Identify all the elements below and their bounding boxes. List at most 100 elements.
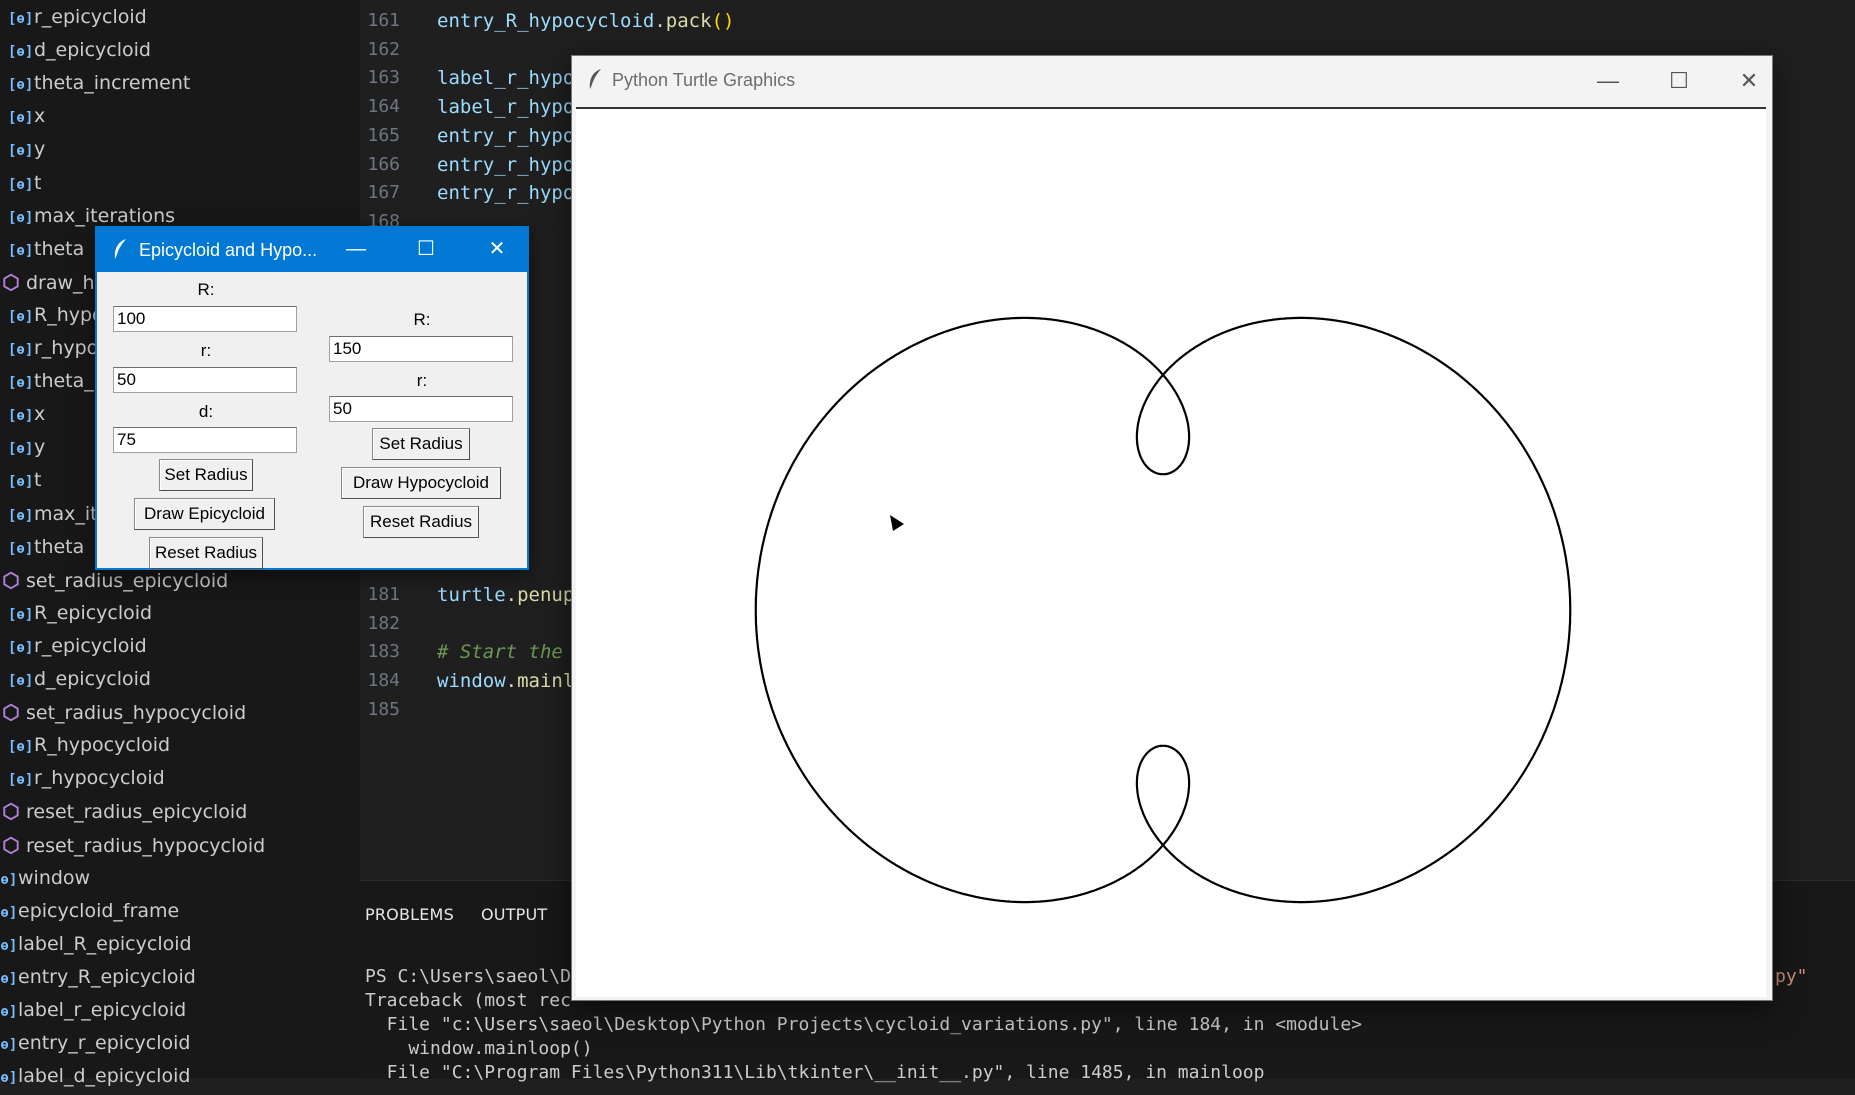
line-number: 161 — [367, 10, 400, 31]
minimize-icon[interactable]: — — [1588, 66, 1628, 96]
outline-variable-item[interactable]: [ɵ]y — [8, 431, 45, 464]
tab-problems[interactable]: PROBLEMS — [365, 905, 454, 924]
hypo-reset-radius-button[interactable]: Reset Radius — [363, 506, 479, 538]
code-line[interactable]: label_r_hypo — [437, 64, 574, 92]
code-token: . — [654, 10, 666, 32]
variable-icon: [ɵ] — [0, 1070, 18, 1087]
outline-item-label: entry_r_epicycloid — [18, 1032, 191, 1055]
outline-variable-item[interactable]: [ɵ]label_r_epicycloid — [0, 994, 186, 1027]
code-token: entry_R_hypocycloid — [437, 10, 655, 32]
outline-variable-item[interactable]: [ɵ]x — [8, 100, 45, 133]
outline-variable-item[interactable]: [ɵ]theta_i — [8, 365, 99, 398]
variable-icon: [ɵ] — [8, 507, 34, 524]
code-line[interactable]: entry_R_hypocycloid.pack() — [437, 7, 734, 35]
outline-variable-item[interactable]: [ɵ]epicycloid_frame — [0, 895, 179, 928]
code-line[interactable]: label_r_hypo — [437, 93, 574, 121]
terminal-line: window.mainloop() — [365, 1038, 593, 1059]
turtle-window[interactable]: Python Turtle Graphics — ☐ ✕ — [571, 55, 1773, 1001]
code-line[interactable]: entry_r_hypo — [437, 151, 574, 179]
outline-variable-item[interactable]: [ɵ]t — [8, 167, 41, 200]
epi-set-radius-button[interactable]: Set Radius — [159, 459, 253, 491]
epi-d-input[interactable]: 75 — [113, 427, 297, 453]
outline-variable-item[interactable]: [ɵ]window — [0, 862, 90, 895]
outline-item-label: x — [34, 403, 46, 426]
code-line[interactable]: # Start the — [437, 638, 563, 666]
variable-icon: [ɵ] — [8, 242, 34, 259]
outline-variable-item[interactable]: [ɵ]y — [8, 133, 45, 166]
variable-icon: [ɵ] — [8, 474, 34, 491]
outline-variable-item[interactable]: [ɵ]max_it — [8, 498, 98, 531]
outline-variable-item[interactable]: [ɵ]entry_r_epicycloid — [0, 1027, 190, 1060]
outline-function-item[interactable]: ⬡ set_radius_hypocycloid — [0, 696, 246, 729]
epi-r-input[interactable]: 50 — [113, 367, 297, 393]
outline-item-label: theta — [34, 237, 85, 260]
outline-function-item[interactable]: ⬡ draw_hy — [0, 266, 106, 299]
outline-variable-item[interactable]: [ɵ]theta — [8, 233, 84, 266]
draw-hypocycloid-button[interactable]: Draw Hypocycloid — [341, 467, 501, 499]
turtle-titlebar[interactable]: Python Turtle Graphics — ☐ ✕ — [572, 56, 1772, 106]
outline-item-label: t — [34, 469, 42, 492]
maximize-icon[interactable]: ☐ — [406, 234, 446, 264]
outline-variable-item[interactable]: [ɵ]R_epicycloid — [8, 597, 152, 630]
outline-item-label: window — [18, 866, 91, 889]
variable-icon: [ɵ] — [8, 77, 34, 94]
outline-item-label: theta_i — [34, 370, 100, 393]
method-cube-icon: ⬡ — [2, 269, 20, 294]
minimize-icon[interactable]: — — [336, 234, 376, 264]
line-number: 183 — [367, 641, 400, 663]
outline-variable-item[interactable]: [ɵ]r_epicycloid — [8, 1, 147, 34]
outline-item-label: max_it — [34, 502, 98, 525]
outline-variable-item[interactable]: [ɵ]x — [8, 398, 45, 431]
outline-item-label: label_d_epicycloid — [18, 1065, 191, 1088]
outline-variable-item[interactable]: [ɵ]t — [8, 464, 41, 497]
draw-epicycloid-button[interactable]: Draw Epicycloid — [134, 498, 275, 530]
outline-variable-item[interactable]: [ɵ]theta — [8, 531, 84, 564]
outline-item-label: R_hypo — [34, 303, 104, 326]
code-token: entry_r_hypo — [437, 124, 575, 147]
maximize-icon[interactable]: ☐ — [1659, 66, 1699, 96]
code-token: () — [711, 10, 735, 32]
outline-variable-item[interactable]: [ɵ]d_epicycloid — [8, 663, 151, 696]
code-line[interactable]: window.mainl — [437, 667, 574, 695]
outline-variable-item[interactable]: [ɵ]R_hypo — [8, 299, 104, 332]
outline-variable-item[interactable]: [ɵ]r_hypo — [8, 332, 98, 365]
outline-variable-item[interactable]: [ɵ]theta_increment — [8, 67, 190, 100]
outline-variable-item[interactable]: [ɵ]d_epicycloid — [8, 34, 151, 67]
epicycloid-drawing — [754, 316, 1572, 904]
code-line[interactable]: entry_r_hypo — [437, 122, 574, 150]
tk-titlebar[interactable]: Epicycloid and Hypo... — ☐ ✕ — [97, 228, 527, 272]
outline-variable-item[interactable]: [ɵ]r_hypocycloid — [8, 762, 165, 795]
epi-reset-radius-button[interactable]: Reset Radius — [149, 537, 263, 569]
hypo-R-input[interactable]: 150 — [329, 336, 513, 362]
hypo-set-radius-button[interactable]: Set Radius — [372, 428, 470, 460]
code-line[interactable]: entry_r_hypo — [437, 179, 574, 207]
turtle-canvas[interactable] — [576, 107, 1766, 997]
outline-variable-item[interactable]: [ɵ]entry_R_epicycloid — [0, 961, 196, 994]
variable-icon: [ɵ] — [8, 540, 34, 557]
outline-variable-item[interactable]: [ɵ]R_hypocycloid — [8, 729, 170, 762]
variable-icon: [ɵ] — [8, 441, 34, 458]
outline-item-label: label_r_epicycloid — [18, 999, 187, 1021]
variable-icon: [ɵ] — [8, 143, 34, 160]
code-token: window — [437, 670, 506, 693]
outline-function-item[interactable]: ⬡ reset_radius_hypocycloid — [0, 829, 265, 862]
outline-function-item[interactable]: ⬡ reset_radius_epicycloid — [0, 795, 247, 828]
epicycloid-control-window[interactable]: Epicycloid and Hypo... — ☐ ✕ R: 100 r: 5… — [95, 226, 529, 570]
outline-variable-item[interactable]: [ɵ]r_epicycloid — [8, 630, 147, 663]
epi-R-input[interactable]: 100 — [113, 306, 297, 332]
code-line[interactable]: turtle.penup — [437, 581, 574, 609]
code-token: penup — [517, 584, 575, 606]
variable-icon: [ɵ] — [8, 44, 34, 61]
code-token: entry_r_hypo — [437, 153, 575, 176]
variable-icon: [ɵ] — [8, 639, 34, 656]
tab-output[interactable]: OUTPUT — [481, 905, 547, 924]
close-icon[interactable]: ✕ — [1729, 66, 1769, 96]
hypo-r-input[interactable]: 50 — [329, 396, 513, 422]
outline-item-label: x — [34, 105, 46, 128]
close-icon[interactable]: ✕ — [477, 234, 517, 264]
outline-item-label: reset_radius_hypocycloid — [26, 834, 266, 857]
hypo-r-label: r: — [416, 371, 428, 390]
outline-variable-item[interactable]: [ɵ]label_R_epicycloid — [0, 928, 192, 961]
feather-icon — [111, 238, 129, 267]
outline-variable-item[interactable]: [ɵ]label_d_epicycloid — [0, 1060, 190, 1093]
